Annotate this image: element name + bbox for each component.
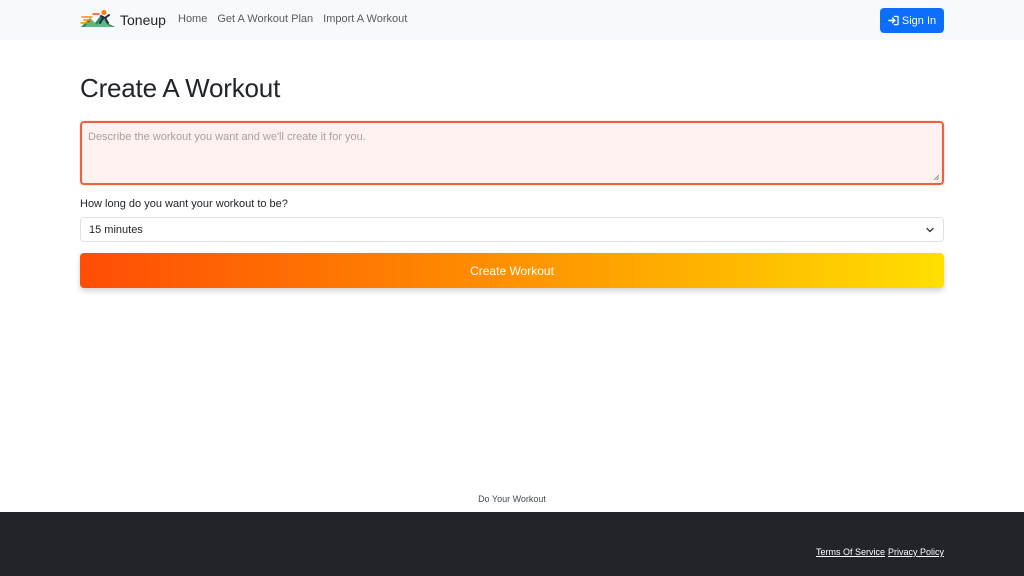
nav-link-import-workout[interactable]: Import A Workout: [323, 13, 407, 25]
brand-name: Toneup: [120, 12, 166, 28]
terms-of-service-link[interactable]: Terms Of Service: [816, 547, 885, 557]
duration-selected-value: 15 minutes: [89, 223, 143, 236]
resize-handle-icon[interactable]: [933, 174, 939, 180]
brand-link[interactable]: Toneup: [80, 9, 166, 31]
workout-description-field[interactable]: [80, 121, 944, 185]
duration-select[interactable]: 15 minutes: [80, 217, 944, 242]
create-workout-button[interactable]: Create Workout: [80, 253, 944, 288]
duration-label: How long do you want your workout to be?: [80, 198, 288, 210]
sign-in-button[interactable]: Sign In: [880, 8, 944, 33]
workout-description-input[interactable]: [82, 123, 942, 183]
nav-link-home[interactable]: Home: [178, 13, 207, 25]
create-workout-label: Create Workout: [470, 263, 554, 278]
page-footer: Terms Of Service Privacy Policy: [0, 512, 1024, 576]
main-nav: Home Get A Workout Plan Import A Workout: [178, 13, 407, 25]
footer-tagline: Do Your Workout: [478, 494, 546, 504]
chevron-down-icon: [926, 227, 934, 233]
footer-links: Terms Of Service Privacy Policy: [816, 547, 944, 557]
runner-logo-icon: [80, 10, 115, 27]
top-navbar: Toneup Home Get A Workout Plan Import A …: [0, 0, 1024, 40]
sign-in-label: Sign In: [901, 14, 937, 27]
nav-link-get-workout-plan[interactable]: Get A Workout Plan: [217, 13, 313, 25]
privacy-policy-link[interactable]: Privacy Policy: [888, 547, 944, 557]
page-title: Create A Workout: [80, 73, 281, 103]
sign-in-arrow-icon: [888, 15, 899, 26]
